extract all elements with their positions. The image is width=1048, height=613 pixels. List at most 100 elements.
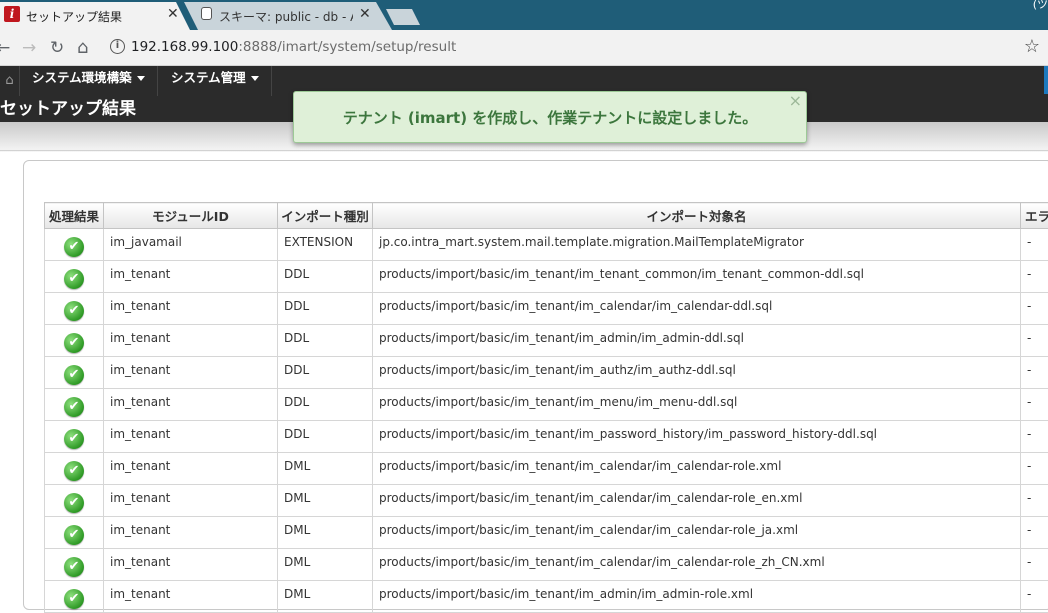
result-cell: ✔ [45,517,104,549]
result-cell: ✔ [45,453,104,485]
module-id-cell: im_tenant [104,549,278,581]
import-type-cell: DML [278,549,373,581]
import-target-cell: products/import/basic/im_tenant/im_menu/… [373,389,1021,421]
table-row: ✔im_tenantDMLproducts/import/basic/im_te… [45,549,1048,581]
tab-close-icon[interactable]: ✕ [167,6,179,22]
table-row: ✔im_tenantDDLproducts/import/basic/im_te… [45,389,1048,421]
check-circle-icon: ✔ [64,525,84,545]
check-circle-icon: ✔ [64,269,84,289]
column-header-result[interactable]: 処理結果 [45,203,104,229]
caret-down-icon [251,76,259,81]
tab-title-pgadmin: スキーマ: public - db - Adm [219,8,353,25]
menu-label: システム環境構築 [32,70,132,85]
menu-system-admin[interactable]: システム管理 [159,66,272,96]
back-arrow-icon[interactable]: ← [0,38,10,58]
check-circle-icon: ✔ [64,429,84,449]
import-target-cell: products/import/basic/im_tenant/im_tenan… [373,261,1021,293]
error-cell: - [1021,293,1048,325]
forward-arrow-icon[interactable]: → [22,38,36,58]
result-cell: ✔ [45,389,104,421]
info-icon[interactable]: i [110,39,125,54]
table-body: ✔im_javamailEXTENSIONjp.co.intra_mart.sy… [45,229,1048,613]
import-target-cell: products/import/basic/im_tenant/im_calen… [373,453,1021,485]
error-cell: - [1021,325,1048,357]
error-cell: - [1021,453,1048,485]
result-cell: ✔ [45,325,104,357]
table-row: ✔ im_tenantDMLproducts/import/basic/im_te… [45,485,1048,517]
import-type-cell: DML [278,485,373,517]
error-cell: - [1021,517,1048,549]
result-cell: ✔ [45,229,104,261]
module-id-cell: im_tenant [104,261,278,293]
result-cell: ✔ [45,581,104,613]
home-icon[interactable]: ⌂ [77,38,88,58]
address-bar: ← → ↻ ⌂ i 192.168.99.100:8888/imart/syst… [0,30,1048,66]
setup-result-table: 処理結果 モジュールID インポート種別 インポート対象名 エラ ✔ im_jav… [44,202,1048,613]
import-type-cell: EXTENSION [278,229,373,261]
check-circle-icon: ✔ [64,301,84,321]
table-row: ✔im_tenantDMLproducts/import/basic/im_te… [45,517,1048,549]
menu-system-setup[interactable]: システム環境構築 [20,66,158,96]
import-type-cell: DDL [278,389,373,421]
table-row: ✔im_javamailEXTENSIONjp.co.intra_mart.sy… [45,229,1048,261]
table-row: ✔im_tenantDDLproducts/import/basic/im_te… [45,293,1048,325]
module-id-cell: im_tenant [104,357,278,389]
table-row: ✔im_tenantDMLproducts/import/basic/im_te… [45,581,1048,613]
import-target-cell: products/import/basic/im_tenant/im_calen… [373,293,1021,325]
import-target-cell: products/import/basic/im_tenant/im_passw… [373,421,1021,453]
import-type-cell: DDL [278,357,373,389]
import-target-cell: products/import/basic/im_tenant/im_calen… [373,549,1021,581]
error-cell: - [1021,389,1048,421]
result-cell: ✔ [45,485,104,517]
table-header-row: 処理結果 モジュールID インポート種別 インポート対象名 エラ [45,203,1048,229]
column-header-error[interactable]: エラ [1021,203,1048,229]
import-target-cell: products/import/basic/im_tenant/im_admin… [373,325,1021,357]
module-id-cell: im_javamail [104,229,278,261]
url-field[interactable]: 192.168.99.100:8888/imart/system/setup/r… [131,39,456,55]
error-cell: - [1021,357,1048,389]
check-circle-icon: ✔ [64,493,84,513]
error-cell: - [1021,581,1048,613]
success-toast: テナント (imart) を作成し、作業テナントに設定しました。 × [293,91,807,143]
bookmark-star-icon[interactable]: ☆ [1024,36,1040,57]
column-header-module-id[interactable]: モジュールID [104,203,278,229]
table-row: ✔im_tenantDDLproducts/import/basic/im_te… [45,325,1048,357]
check-circle-icon: ✔ [64,237,84,257]
tab-title-setup-result: セットアップ結果 [26,8,166,25]
check-circle-icon: ✔ [64,365,84,385]
toast-close-icon[interactable]: × [789,92,802,110]
result-cell: ✔ [45,261,104,293]
divider [0,150,1048,151]
import-type-cell: DML [278,581,373,613]
module-id-cell: im_tenant [104,325,278,357]
module-id-cell: im_tenant [104,581,278,613]
intra-mart-favicon-icon: i [4,6,20,22]
new-tab-button[interactable] [386,9,420,25]
import-type-cell: DML [278,453,373,485]
import-target-cell: products/import/basic/im_tenant/im_admin… [373,581,1021,613]
column-header-import-type[interactable]: インポート種別 [278,203,373,229]
table-row: ✔im_tenantDDLproducts/import/basic/im_te… [45,261,1048,293]
import-target-cell: products/import/basic/im_tenant/im_calen… [373,485,1021,517]
table-row: ✔im_tenantDDLproducts/import/basic/im_te… [45,421,1048,453]
import-target-cell: products/import/basic/im_tenant/im_calen… [373,517,1021,549]
error-cell: - [1021,485,1048,517]
column-header-import-target[interactable]: インポート対象名 [373,203,1021,229]
browser-tab-bar: i セットアップ結果 ✕ スキーマ: public - db - Adm ✕ (… [0,0,1048,30]
toast-message: テナント (imart) を作成し、作業テナントに設定しました。 [294,107,806,128]
module-id-cell: im_tenant [104,485,278,517]
menu-label: システム管理 [171,70,246,85]
home-menu-icon[interactable]: ⌂ [0,66,20,96]
check-circle-icon: ✔ [64,333,84,353]
module-id-cell: im_tenant [104,453,278,485]
url-path: :8888/imart/system/setup/result [238,39,456,55]
error-cell: - [1021,549,1048,581]
pgadmin-favicon-icon [198,7,214,23]
page-title: セットアップ結果 [0,96,136,122]
error-cell: - [1021,261,1048,293]
reload-icon[interactable]: ↻ [50,38,64,58]
result-cell: ✔ [45,357,104,389]
tab-close-icon[interactable]: ✕ [359,6,371,22]
module-id-cell: im_tenant [104,389,278,421]
module-id-cell: im_tenant [104,421,278,453]
